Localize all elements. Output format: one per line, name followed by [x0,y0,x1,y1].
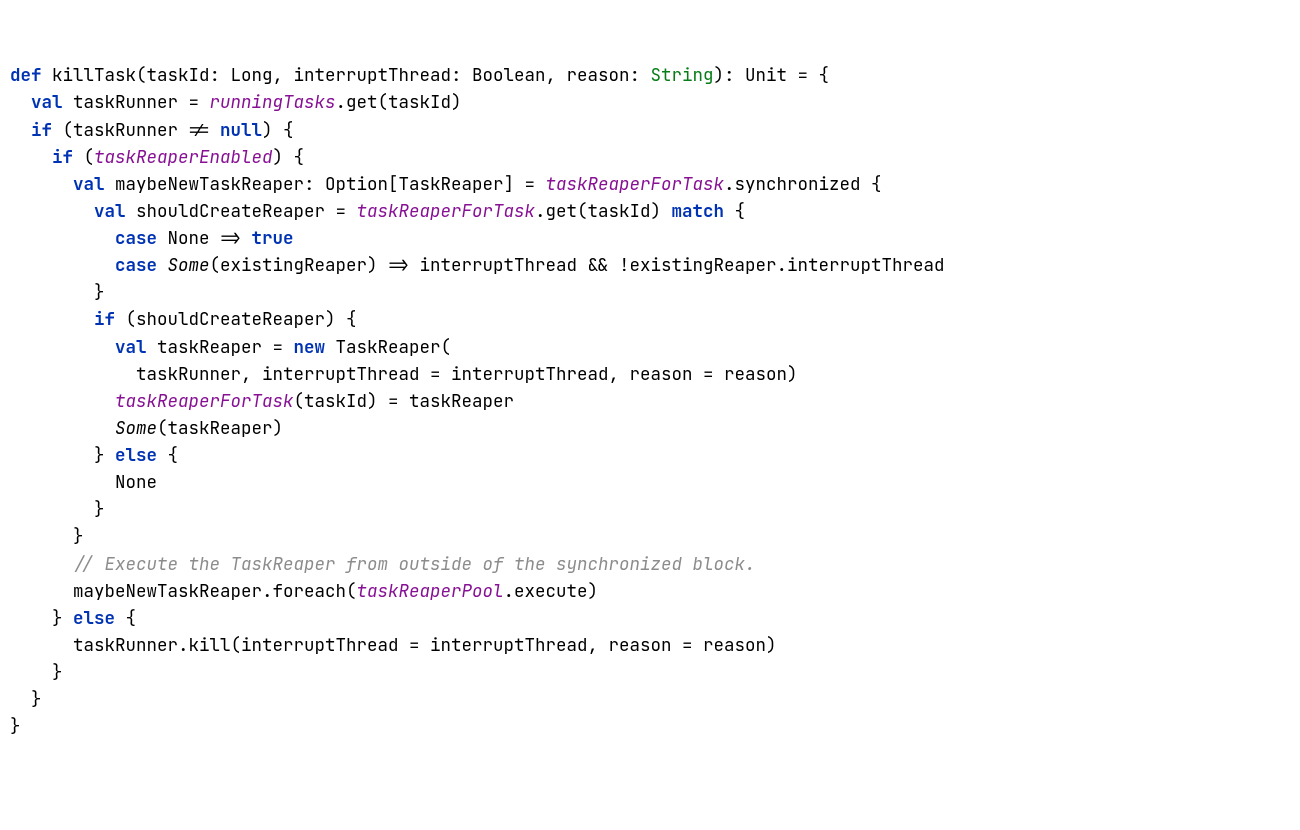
arg-reason: reason [724,363,787,386]
ctor-taskreaper: TaskReaper [336,336,441,359]
m-get: get [346,91,378,114]
field-taskReaperForTask: taskReaperForTask [115,390,294,413]
ref-interruptThread: interruptThread [420,254,578,277]
expr-none: None [115,471,157,494]
local-taskRunner: taskRunner [73,91,178,114]
ref-maybeNewTaskReaper: maybeNewTaskReaper [73,580,262,603]
local-maybeNewTaskReaper: maybeNewTaskReaper [115,173,304,196]
named-interruptThread: interruptThread [262,363,420,386]
pattern-some: Some [168,254,210,277]
type-boolean: Boolean [472,64,546,87]
kw-case: case [115,227,157,250]
fn-name: killTask [52,64,136,87]
ref-taskReaper: taskReaper [409,390,514,413]
arg-taskRunner: taskRunner [136,363,241,386]
kw-true: true [252,227,294,250]
kw-else: else [115,444,157,467]
type-option: Option [325,173,388,196]
expr-some: Some [115,417,157,440]
field-taskReaperPool: taskReaperPool [357,580,504,603]
m-execute: execute [514,580,588,603]
arg-interruptThread: interruptThread [430,634,588,657]
named-interruptThread: interruptThread [241,634,399,657]
comment: // Execute the TaskReaper from outside o… [73,553,756,576]
kw-val: val [31,91,63,114]
m-interruptThread: interruptThread [787,254,945,277]
field-taskReaperForTask: taskReaperForTask [546,173,725,196]
m-get: get [546,200,578,223]
m-kill: kill [189,634,231,657]
arg-taskId: taskId [588,200,651,223]
kw-if: if [31,119,52,142]
pattern-none: None [168,227,210,250]
kw-val: val [73,173,105,196]
kw-case: case [115,254,157,277]
kw-val: val [115,336,147,359]
arg-taskId: taskId [388,91,451,114]
arg-taskReaper: taskReaper [168,417,273,440]
arg-interruptThread: interruptThread [451,363,609,386]
type-taskreaper: TaskReaper [399,173,504,196]
kw-else: else [73,607,115,630]
kw-def: def [10,64,42,87]
arg-taskId: taskId [304,390,367,413]
field-runningTasks: runningTasks [210,91,336,114]
kw-val: val [94,200,126,223]
m-synchronized: synchronized [735,173,861,196]
field-taskReaperEnabled: taskReaperEnabled [94,146,273,169]
local-taskReaper: taskReaper [157,336,262,359]
param-taskId: taskId [147,64,210,87]
type-long: Long [231,64,273,87]
kw-match: match [672,200,725,223]
kw-if: if [52,146,73,169]
m-foreach: foreach [273,580,347,603]
code-block: def killTask(taskId: Long, interruptThre… [10,62,1290,740]
kw-new: new [294,336,326,359]
param-reason: reason [567,64,630,87]
field-taskReaperForTask: taskReaperForTask [357,200,536,223]
pattern-existingReaper: existingReaper [220,254,367,277]
ref-taskRunner: taskRunner [73,119,178,142]
local-shouldCreateReaper: shouldCreateReaper [136,200,325,223]
ref-existingReaper: existingReaper [630,254,777,277]
param-interruptThread: interruptThread [294,64,452,87]
type-string: String [651,64,714,87]
arg-reason: reason [703,634,766,657]
named-reason: reason [609,634,672,657]
ref-taskRunner: taskRunner [73,634,178,657]
kw-null: null [220,119,262,142]
type-unit: Unit [745,64,787,87]
ref-shouldCreateReaper: shouldCreateReaper [136,308,325,331]
named-reason: reason [630,363,693,386]
kw-if: if [94,308,115,331]
